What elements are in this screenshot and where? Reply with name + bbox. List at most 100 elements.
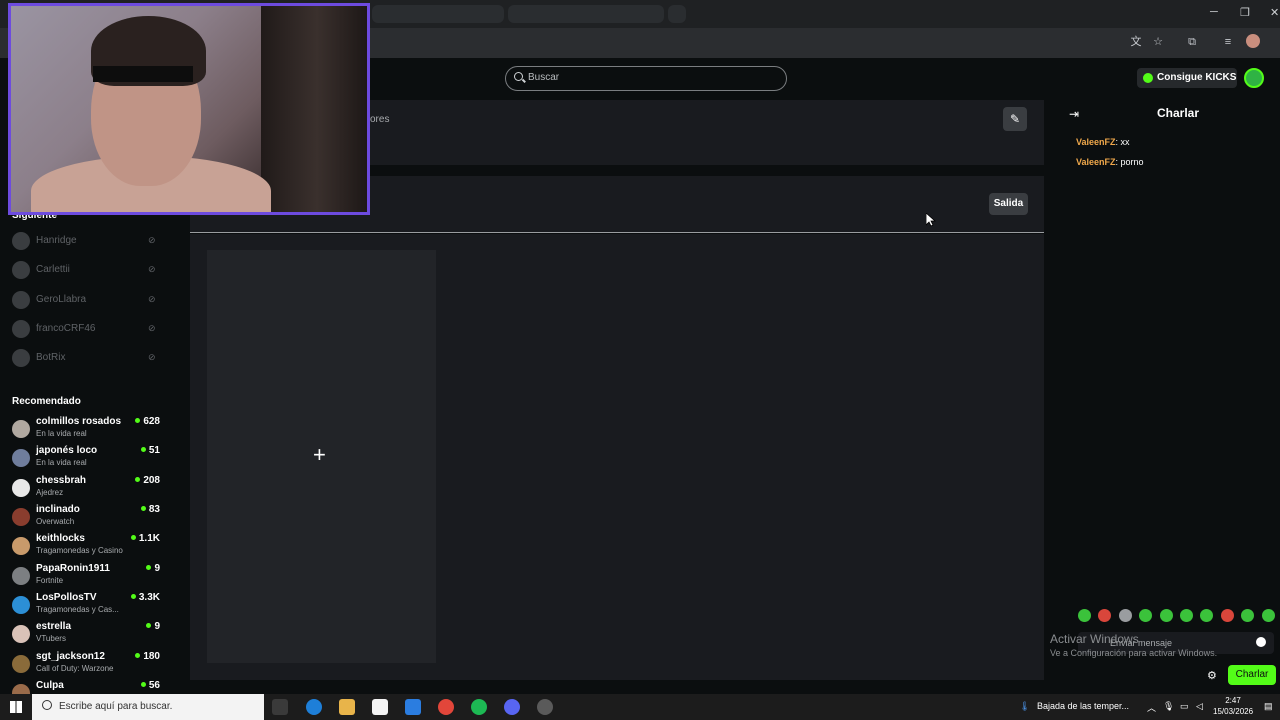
recommended-item[interactable]: keithlocks Tragamonedas y Casino 1.1K (12, 533, 162, 561)
profile-avatar[interactable] (1246, 34, 1260, 48)
channel-category: Tragamonedas y Casino (36, 546, 123, 555)
emoji-picker-icon[interactable] (1256, 637, 1266, 647)
clock-date: 15/03/2026 (1213, 707, 1254, 716)
channel-name: Culpa (36, 680, 64, 691)
emote-icon[interactable] (1139, 609, 1152, 622)
discord-icon[interactable] (504, 699, 520, 715)
get-kicks-button[interactable]: Consigue KICKS (1137, 68, 1237, 88)
emote-icon[interactable] (1160, 609, 1173, 622)
volume-icon[interactable]: ◁ (1196, 701, 1203, 712)
following-item[interactable]: GeroLlabra ⊘ (12, 290, 162, 310)
user-avatar[interactable] (1244, 68, 1264, 88)
live-dot-icon (140, 447, 146, 452)
network-icon[interactable]: ▭ (1180, 701, 1189, 712)
following-item[interactable]: Carlettii ⊘ (12, 260, 162, 280)
following-name: Hanridge (36, 235, 77, 246)
live-dot-icon (135, 653, 141, 658)
chat-username[interactable]: ValeenFZ (1076, 157, 1116, 167)
following-name: BotRix (36, 352, 66, 363)
minimize-icon[interactable]: ─ (1210, 6, 1218, 18)
avatar (12, 261, 30, 279)
channel-category: Fortnite (36, 576, 64, 585)
send-chat-button[interactable]: Charlar (1228, 665, 1276, 685)
clock-time: 2:47 (1225, 696, 1241, 705)
channel-name: inclinado (36, 504, 80, 515)
viewer-count: 9 (146, 563, 160, 574)
channel-name: chessbrah (36, 475, 87, 486)
viewer-count: 1.1K (130, 533, 160, 544)
emote-icon[interactable] (1180, 609, 1193, 622)
emote-icon[interactable] (1098, 609, 1111, 622)
plus-icon: + (313, 442, 326, 467)
windows-start-icon[interactable] (10, 701, 22, 713)
recommended-item[interactable]: estrella VTubers 9 (12, 621, 162, 649)
file-explorer-icon[interactable] (339, 699, 355, 715)
live-dot-icon (135, 418, 141, 423)
recommended-item[interactable]: LosPollosTV Tragamonedas y Cas... 3.3K (12, 592, 162, 620)
taskbar-search-placeholder: Escribe aquí para buscar. (59, 701, 173, 712)
recommended-item[interactable]: inclinado Overwatch 83 (12, 504, 162, 532)
following-item[interactable]: Hanridge ⊘ (12, 231, 162, 251)
clock[interactable]: 2:47 15/03/2026 (1213, 695, 1253, 717)
emote-icon[interactable] (1241, 609, 1254, 622)
viewer-count-value: 1.1K (138, 533, 160, 544)
offline-icon: ⊘ (148, 323, 156, 333)
extensions-icon[interactable]: ⧉ (1185, 35, 1199, 49)
notifications-icon[interactable]: ▤ (1264, 701, 1273, 712)
bookmark-star-icon[interactable]: ☆ (1151, 35, 1165, 49)
viewer-count-value: 180 (143, 651, 160, 662)
channel-category: Tragamonedas y Cas... (36, 605, 119, 614)
pencil-icon: ✎ (1009, 112, 1021, 126)
live-dot-icon (146, 565, 152, 570)
gear-icon[interactable]: ⚙ (1207, 669, 1217, 682)
avatar (12, 479, 30, 497)
tray-expand-icon[interactable]: ︿ (1147, 701, 1156, 714)
pixel-sunglasses (93, 66, 193, 82)
emote-icon[interactable] (1262, 609, 1275, 622)
task-view-icon[interactable] (272, 699, 288, 715)
media-icon[interactable]: ≡ (1221, 35, 1235, 49)
windows-activation-subtitle: Ve a Configuración para activar Windows. (1050, 648, 1218, 658)
avatar (12, 349, 30, 367)
emote-icon[interactable] (1078, 609, 1091, 622)
edge-icon[interactable] (306, 699, 322, 715)
chat-username[interactable]: ValeenFZ (1076, 137, 1116, 147)
search-input[interactable]: Buscar (505, 66, 787, 91)
recommended-item[interactable]: sgt_jackson12 Call of Duty: Warzone 180 (12, 651, 162, 679)
following-item[interactable]: BotRix ⊘ (12, 348, 162, 368)
recommended-item[interactable]: Culpa 56 (12, 680, 162, 694)
exit-button[interactable]: Salida (989, 193, 1028, 215)
emote-icon[interactable] (1119, 609, 1132, 622)
mail-icon[interactable] (405, 699, 421, 715)
emote-icon[interactable] (1200, 609, 1213, 622)
offline-icon: ⊘ (148, 294, 156, 304)
recommended-item[interactable]: colmillos rosados En la vida real 628 (12, 416, 162, 444)
recommended-item[interactable]: japonés loco En la vida real 51 (12, 445, 162, 473)
browser-tab[interactable] (508, 5, 664, 23)
avatar (12, 537, 30, 555)
microphone-icon[interactable]: 🎙 (1163, 701, 1174, 712)
edit-button[interactable]: ✎ (1003, 107, 1027, 131)
following-item[interactable]: francoCRF46 ⊘ (12, 319, 162, 339)
recommended-item[interactable]: PapaRonin1911 Fortnite 9 (12, 563, 162, 591)
chrome-icon[interactable] (438, 699, 454, 715)
avatar (12, 291, 30, 309)
spotify-icon[interactable] (471, 699, 487, 715)
avatar (12, 596, 30, 614)
channel-name: japonés loco (36, 445, 98, 456)
close-icon[interactable]: ✕ (1270, 6, 1279, 19)
avatar (12, 625, 30, 643)
store-icon[interactable] (372, 699, 388, 715)
avatar (12, 684, 30, 694)
maximize-icon[interactable]: ❐ (1240, 6, 1250, 19)
new-tab-button[interactable] (668, 5, 686, 23)
obs-icon[interactable] (537, 699, 553, 715)
weather-status[interactable]: Bajada de las temper... (1037, 701, 1129, 711)
recommended-item[interactable]: chessbrah Ajedrez 208 (12, 475, 162, 503)
collapse-chat-icon[interactable]: ⇥ (1069, 107, 1079, 121)
channel-name: PapaRonin1911 (36, 563, 110, 574)
browser-tab[interactable] (372, 5, 504, 23)
emote-icon[interactable] (1221, 609, 1234, 622)
translate-icon[interactable]: 文 (1129, 35, 1143, 49)
emote-row (1078, 609, 1278, 623)
